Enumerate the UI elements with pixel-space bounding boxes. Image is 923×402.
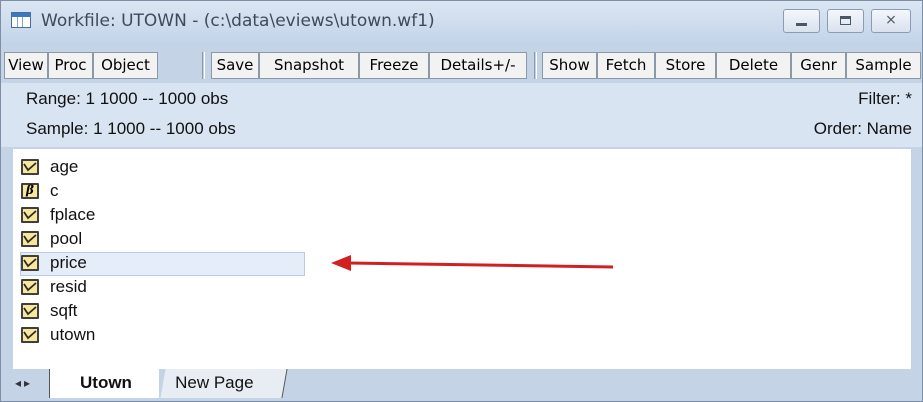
- delete-button[interactable]: Delete: [716, 52, 791, 79]
- filter-text[interactable]: Filter: *: [858, 89, 912, 109]
- title-bar[interactable]: Workfile: UTOWN - (c:\data\eviews\utown.…: [1, 1, 922, 45]
- window-title: Workfile: UTOWN - (c:\data\eviews\utown.…: [41, 11, 435, 31]
- object-list[interactable]: age β c fplace pool price resid sqft uto: [13, 149, 911, 369]
- sample-row: Sample: 1 1000 -- 1000 obs Order: Name: [1, 117, 922, 145]
- store-button[interactable]: Store: [655, 52, 716, 79]
- fetch-button[interactable]: Fetch: [597, 52, 655, 79]
- object-button[interactable]: Object: [93, 52, 158, 79]
- tab-scroll-arrows-icon[interactable]: ◂▸: [15, 376, 33, 390]
- sample-button[interactable]: Sample: [846, 52, 921, 79]
- page-tab-strip: ◂▸ Utown New Page: [13, 369, 911, 401]
- toolbar-separator: [202, 52, 205, 79]
- range-text[interactable]: Range: 1 1000 -- 1000 obs: [26, 89, 228, 109]
- close-button[interactable]: ⨯: [871, 9, 911, 33]
- minimize-icon: [796, 23, 807, 26]
- details-button[interactable]: Details+/-: [429, 52, 527, 79]
- workfile-window: Workfile: UTOWN - (c:\data\eviews\utown.…: [0, 0, 923, 402]
- close-icon: ⨯: [885, 12, 897, 28]
- view-button[interactable]: View: [4, 52, 48, 79]
- range-row: Range: 1 1000 -- 1000 obs Filter: *: [1, 87, 922, 115]
- show-button[interactable]: Show: [542, 52, 597, 79]
- proc-button[interactable]: Proc: [48, 52, 93, 79]
- tab-utown[interactable]: Utown: [49, 369, 159, 398]
- tab-new-page[interactable]: New Page: [160, 369, 288, 398]
- order-text[interactable]: Order: Name: [814, 119, 912, 139]
- maximize-button[interactable]: [827, 9, 864, 33]
- save-button[interactable]: Save: [211, 52, 259, 79]
- annotation-arrow: [331, 255, 614, 271]
- minimize-button[interactable]: [783, 9, 820, 33]
- sample-text[interactable]: Sample: 1 1000 -- 1000 obs: [26, 119, 236, 139]
- maximize-icon: [840, 16, 851, 25]
- toolbar: View Proc Object Save Snapshot Freeze De…: [1, 45, 922, 83]
- tab-new-page-label: New Page: [175, 373, 254, 392]
- genr-button[interactable]: Genr: [791, 52, 846, 79]
- workfile-info-panel: Range: 1 1000 -- 1000 obs Filter: * Samp…: [1, 83, 922, 147]
- toolbar-separator: [534, 52, 537, 79]
- freeze-button[interactable]: Freeze: [359, 52, 429, 79]
- workfile-icon: [11, 12, 31, 28]
- snapshot-button[interactable]: Snapshot: [259, 52, 359, 79]
